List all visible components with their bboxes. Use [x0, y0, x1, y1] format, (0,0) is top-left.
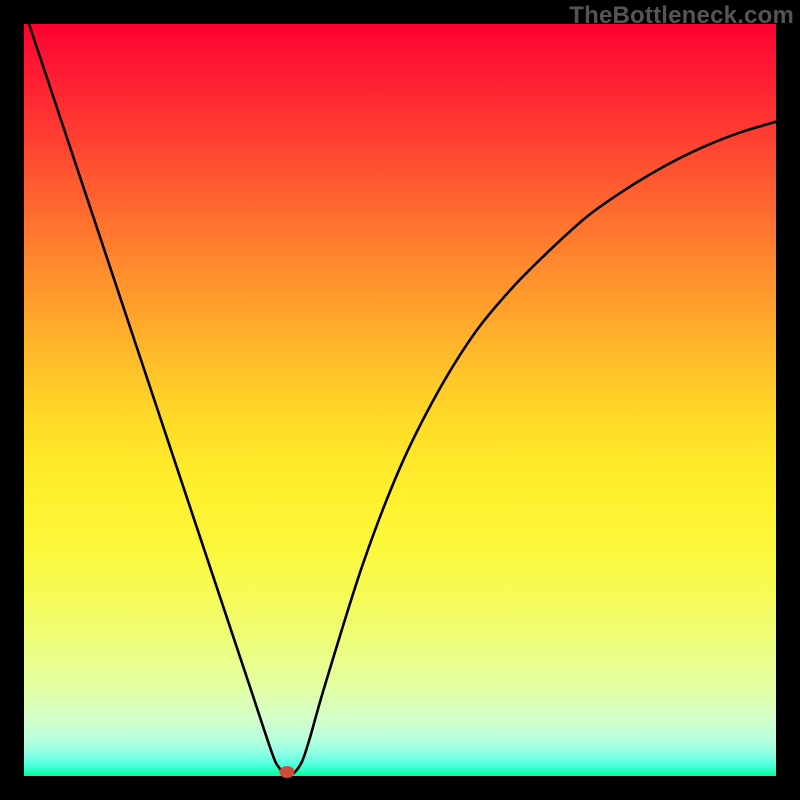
plot-area [24, 24, 776, 776]
min-marker [280, 766, 295, 778]
watermark-text: TheBottleneck.com [569, 2, 794, 30]
chart-frame: TheBottleneck.com [0, 0, 800, 800]
bottleneck-curve [24, 24, 776, 776]
